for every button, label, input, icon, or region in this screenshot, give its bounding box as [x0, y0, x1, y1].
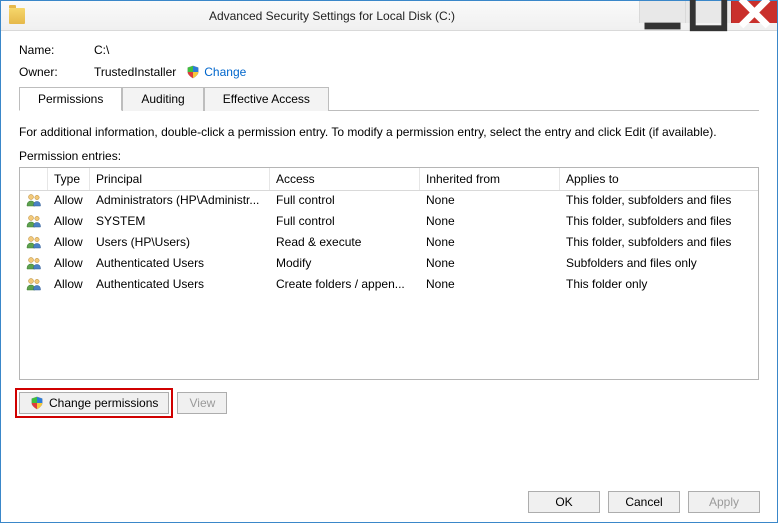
cell-principal: Users (HP\Users): [90, 234, 270, 253]
cell-principal: Administrators (HP\Administr...: [90, 192, 270, 211]
tabs: Permissions Auditing Effective Access: [19, 87, 759, 111]
change-owner-link[interactable]: Change: [186, 65, 246, 79]
column-icon[interactable]: [20, 168, 48, 190]
name-value: C:\: [94, 43, 109, 57]
cell-type: Allow: [48, 255, 90, 274]
column-applies[interactable]: Applies to: [560, 168, 758, 190]
cancel-button[interactable]: Cancel: [608, 491, 680, 513]
cell-access: Create folders / appen...: [270, 276, 420, 295]
column-type[interactable]: Type: [48, 168, 90, 190]
close-button[interactable]: [731, 1, 777, 23]
table-row[interactable]: AllowSYSTEMFull controlNoneThis folder, …: [20, 212, 758, 233]
users-icon: [26, 235, 42, 249]
name-row: Name: C:\: [19, 43, 759, 57]
tab-effective-access[interactable]: Effective Access: [204, 87, 329, 111]
cell-access: Read & execute: [270, 234, 420, 253]
table-header: Type Principal Access Inherited from App…: [20, 168, 758, 191]
content-pane: Name: C:\ Owner: TrustedInstaller Change…: [1, 31, 777, 424]
ok-button[interactable]: OK: [528, 491, 600, 513]
titlebar: Advanced Security Settings for Local Dis…: [1, 1, 777, 31]
cell-inherited: None: [420, 234, 560, 253]
owner-row: Owner: TrustedInstaller Change: [19, 65, 759, 79]
window-title: Advanced Security Settings for Local Dis…: [25, 9, 639, 23]
cell-applies: This folder only: [560, 276, 758, 295]
cell-principal: Authenticated Users: [90, 276, 270, 295]
cell-inherited: None: [420, 192, 560, 211]
table-row[interactable]: AllowAdministrators (HP\Administr...Full…: [20, 191, 758, 212]
table-row[interactable]: AllowAuthenticated UsersCreate folders /…: [20, 275, 758, 296]
tab-permissions[interactable]: Permissions: [19, 87, 122, 111]
permission-entries-label: Permission entries:: [19, 149, 759, 163]
tab-auditing[interactable]: Auditing: [122, 87, 203, 111]
cell-applies: Subfolders and files only: [560, 255, 758, 274]
view-button[interactable]: View: [177, 392, 227, 414]
column-inherited[interactable]: Inherited from: [420, 168, 560, 190]
cell-applies: This folder, subfolders and files: [560, 213, 758, 232]
cell-principal: SYSTEM: [90, 213, 270, 232]
cell-applies: This folder, subfolders and files: [560, 192, 758, 211]
permission-table: Type Principal Access Inherited from App…: [19, 167, 759, 380]
column-access[interactable]: Access: [270, 168, 420, 190]
maximize-button[interactable]: [685, 1, 731, 23]
apply-button[interactable]: Apply: [688, 491, 760, 513]
table-row[interactable]: AllowAuthenticated UsersModifyNoneSubfol…: [20, 254, 758, 275]
change-permissions-button[interactable]: Change permissions: [19, 392, 169, 414]
cell-access: Modify: [270, 255, 420, 274]
minimize-button[interactable]: [639, 1, 685, 23]
cell-inherited: None: [420, 213, 560, 232]
shield-icon: [30, 396, 44, 410]
info-text: For additional information, double-click…: [19, 125, 759, 139]
users-icon: [26, 277, 42, 291]
users-icon: [26, 214, 42, 228]
dialog-footer: OK Cancel Apply: [528, 491, 760, 513]
cell-access: Full control: [270, 213, 420, 232]
owner-value: TrustedInstaller: [94, 65, 176, 79]
cell-inherited: None: [420, 255, 560, 274]
users-icon: [26, 256, 42, 270]
folder-icon: [9, 8, 25, 24]
cell-type: Allow: [48, 213, 90, 232]
table-row[interactable]: AllowUsers (HP\Users)Read & executeNoneT…: [20, 233, 758, 254]
cell-applies: This folder, subfolders and files: [560, 234, 758, 253]
action-buttons: Change permissions View: [19, 392, 759, 414]
cell-type: Allow: [48, 276, 90, 295]
shield-icon: [186, 65, 200, 79]
column-principal[interactable]: Principal: [90, 168, 270, 190]
window-controls: [639, 1, 777, 30]
change-permissions-label: Change permissions: [49, 396, 158, 410]
cell-access: Full control: [270, 192, 420, 211]
cell-type: Allow: [48, 192, 90, 211]
name-label: Name:: [19, 43, 94, 57]
owner-label: Owner:: [19, 65, 94, 79]
cell-principal: Authenticated Users: [90, 255, 270, 274]
users-icon: [26, 193, 42, 207]
change-owner-label: Change: [204, 65, 246, 79]
cell-inherited: None: [420, 276, 560, 295]
cell-type: Allow: [48, 234, 90, 253]
table-body: AllowAdministrators (HP\Administr...Full…: [20, 191, 758, 379]
